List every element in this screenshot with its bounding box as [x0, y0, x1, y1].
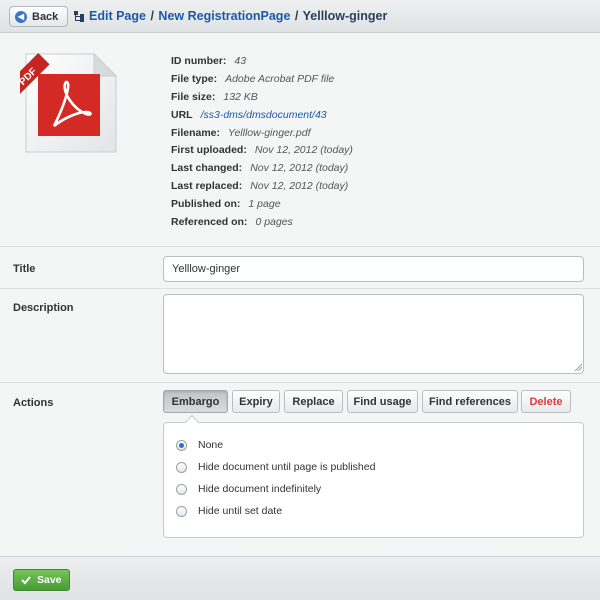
- meta-row-file-size: File size: 132 KB: [171, 91, 353, 109]
- title-label: Title: [13, 263, 36, 275]
- document-url-link[interactable]: /ss3-dms/dmsdocument/43: [201, 109, 327, 121]
- radio-label: Hide until set date: [198, 505, 283, 517]
- radio-button[interactable]: [176, 461, 187, 473]
- resize-grip-icon[interactable]: [574, 363, 582, 371]
- site-tree-icon: [74, 11, 84, 22]
- meta-value: 0 pages: [255, 216, 293, 229]
- meta-label: Last changed:: [171, 162, 243, 175]
- check-icon: [21, 576, 31, 585]
- embargo-panel: [163, 422, 584, 538]
- description-label: Description: [13, 302, 74, 314]
- embargo-option-set-date[interactable]: Hide until set date: [176, 504, 282, 518]
- meta-row-referenced-on: Referenced on: 0 pages: [171, 216, 353, 234]
- meta-value: 1 page: [248, 198, 281, 211]
- meta-value: 132 KB: [223, 90, 258, 103]
- radio-label: Hide document indefinitely: [198, 483, 322, 495]
- divider: [0, 246, 600, 247]
- meta-value: Nov 12, 2012 (today): [254, 144, 353, 157]
- title-input[interactable]: [163, 256, 584, 282]
- delete-button[interactable]: Delete: [521, 390, 571, 413]
- radio-label: Hide document until page is published: [198, 461, 376, 473]
- back-arrow-icon: ◀: [15, 10, 27, 23]
- meta-label: Filename:: [171, 126, 221, 139]
- breadcrumb-separator: /: [150, 9, 154, 23]
- radio-button[interactable]: [176, 505, 187, 517]
- meta-row-id: ID number: 43: [171, 55, 353, 73]
- meta-row-published-on: Published on: 1 page: [171, 198, 353, 216]
- meta-label: Referenced on:: [171, 216, 248, 229]
- replace-button[interactable]: Replace: [284, 390, 343, 413]
- find-usage-button[interactable]: Find usage: [347, 390, 418, 413]
- embargo-option-indefinitely[interactable]: Hide document indefinitely: [176, 482, 321, 496]
- meta-row-filename: Filename: Yelllow-ginger.pdf: [171, 127, 353, 145]
- back-button-label: Back: [32, 10, 59, 23]
- meta-row-last-replaced: Last replaced: Nov 12, 2012 (today): [171, 180, 353, 198]
- meta-label: Published on:: [171, 198, 241, 211]
- back-button[interactable]: ◀ Back: [9, 6, 68, 27]
- save-button-label: Save: [37, 574, 62, 586]
- meta-value: Yelllow-ginger.pdf: [228, 126, 311, 139]
- meta-row-last-changed: Last changed: Nov 12, 2012 (today): [171, 162, 353, 180]
- meta-value: 43: [234, 55, 247, 67]
- meta-row-file-type: File type: Adobe Acrobat PDF file: [171, 73, 353, 91]
- save-button[interactable]: Save: [13, 569, 70, 591]
- meta-value: Nov 12, 2012 (today): [250, 180, 349, 193]
- divider: [0, 288, 600, 289]
- meta-value: Adobe Acrobat PDF file: [225, 72, 335, 85]
- breadcrumb-edit-page[interactable]: Edit Page: [89, 9, 146, 23]
- meta-label: File type:: [171, 72, 218, 85]
- meta-row-url: URL/ss3-dms/dmsdocument/43: [171, 109, 353, 127]
- radio-button[interactable]: [176, 439, 187, 451]
- meta-label: File size:: [171, 90, 216, 103]
- meta-label: First uploaded:: [171, 144, 247, 157]
- meta-label: ID number:: [171, 55, 227, 67]
- meta-label: URL: [171, 108, 193, 121]
- breadcrumb-current-document: Yelllow-ginger: [302, 9, 388, 23]
- radio-button[interactable]: [176, 483, 187, 495]
- embargo-button[interactable]: Embargo: [163, 390, 228, 413]
- description-textarea[interactable]: [163, 294, 584, 374]
- find-references-button[interactable]: Find references: [422, 390, 518, 413]
- embargo-option-none[interactable]: None: [176, 438, 223, 452]
- radio-label: None: [198, 439, 224, 451]
- document-metadata: ID number: 43 File type: Adobe Acrobat PDF…: [171, 55, 353, 234]
- meta-value: Nov 12, 2012 (today): [250, 162, 349, 175]
- meta-label: Last replaced:: [171, 180, 243, 193]
- bottom-action-bar: Save: [0, 556, 600, 600]
- meta-row-first-uploaded: First uploaded: Nov 12, 2012 (today): [171, 144, 353, 162]
- breadcrumb-registration-page[interactable]: New RegistrationPage: [158, 9, 290, 23]
- embargo-option-until-published[interactable]: Hide document until page is published: [176, 460, 375, 474]
- expiry-button[interactable]: Expiry: [232, 390, 280, 413]
- pdf-file-icon: PDF: [20, 52, 118, 153]
- divider: [0, 382, 600, 383]
- actions-label: Actions: [13, 397, 54, 409]
- breadcrumb-separator: /: [294, 9, 299, 23]
- top-bar: ◀ Back Edit Page / New RegistrationPage …: [0, 0, 600, 33]
- breadcrumb: Edit Page / New RegistrationPage / Yelll…: [89, 9, 387, 23]
